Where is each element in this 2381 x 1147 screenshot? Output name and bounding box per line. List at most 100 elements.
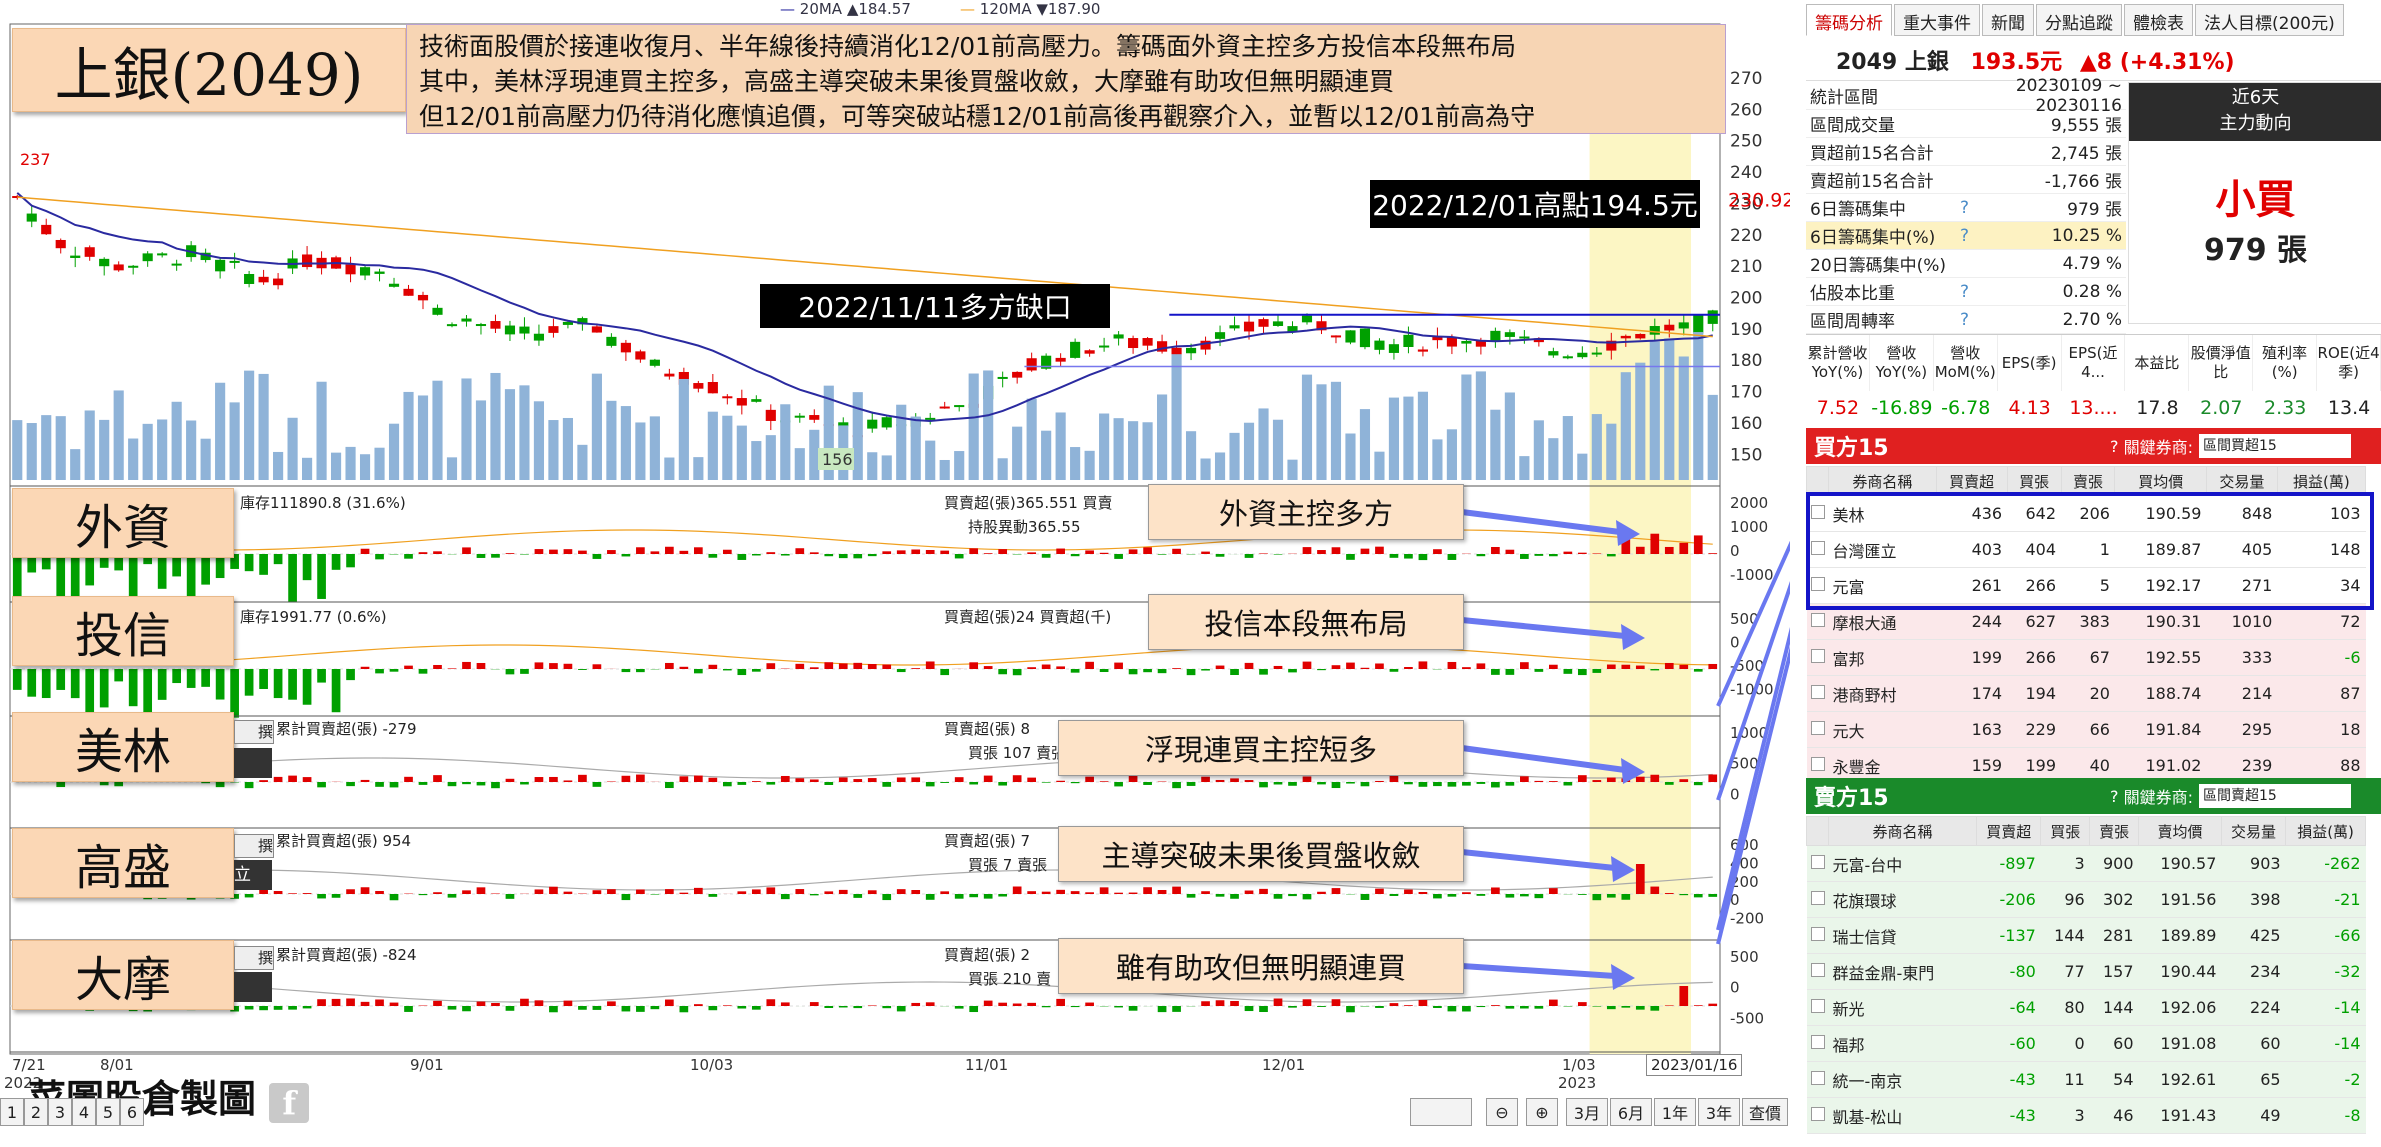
broker-row[interactable]: 元大 163 229 66 191.84 295 18: [1806, 711, 2366, 748]
footer-tab-6[interactable]: 6: [120, 1098, 144, 1126]
help-icon[interactable]: ?: [1960, 310, 2000, 330]
morgan-side-button[interactable]: 撰: [234, 946, 274, 970]
broker-cell: 港商野村: [1828, 675, 1937, 712]
netbuy-bar: [273, 776, 283, 782]
netbuy-bar: [1577, 775, 1587, 782]
broker-row[interactable]: 統一-南京 -43 11 54 192.61 65 -2: [1806, 1061, 2366, 1098]
netbuy-bar: [1592, 780, 1602, 782]
row-checkbox[interactable]: [1810, 757, 1825, 771]
broker-row[interactable]: 群益金鼎-東門 -80 77 157 190.44 234 -32: [1806, 953, 2366, 990]
chart-area[interactable]: 270 260 250 240 230 220 210 200 190 180 170 160 150 2…: [0, 0, 1790, 1147]
row-checkbox[interactable]: [1810, 685, 1825, 699]
sell-filter-select[interactable]: 區間賣超15: [2199, 784, 2351, 808]
tab-chip-analysis[interactable]: 籌碼分析: [1806, 4, 1892, 36]
help-icon[interactable]: ?: [2110, 437, 2119, 456]
range-3y-button[interactable]: 3年: [1698, 1098, 1740, 1126]
candle-body: [1012, 371, 1023, 378]
netbuy-bar: [1360, 667, 1370, 669]
year-label: 2023: [1558, 1074, 1596, 1092]
stat-value: -1,766 張: [2044, 172, 2122, 192]
help-icon[interactable]: ?: [1960, 198, 2000, 218]
broker-row[interactable]: 富邦 199 266 67 192.55 333 -6: [1806, 639, 2366, 676]
volume-bar: [316, 381, 327, 480]
goldman-side-button[interactable]: 撰: [234, 834, 274, 858]
tab-news[interactable]: 新聞: [1982, 4, 2034, 36]
help-icon[interactable]: ?: [1960, 282, 2000, 302]
zoom-in-icon[interactable]: ⊕: [1526, 1098, 1558, 1126]
column-header[interactable]: 買張: [2040, 816, 2091, 846]
tab-health-check[interactable]: 體檢表: [2124, 4, 2193, 36]
tab-branch-tracking[interactable]: 分點追蹤: [2036, 4, 2122, 36]
buy-filter-select[interactable]: 區間買超15: [2199, 434, 2351, 458]
range-6m-button[interactable]: 6月: [1610, 1098, 1652, 1126]
broker-row[interactable]: 港商野村 174 194 20 188.74 214 87: [1806, 675, 2366, 712]
column-header[interactable]: 券商名稱: [1827, 816, 1978, 846]
stat-row: 賣超前15名合計 -1,766 張: [1806, 166, 2126, 194]
row-checkbox[interactable]: [1810, 721, 1825, 735]
tab-target-price[interactable]: 法人目標(200元): [2195, 4, 2344, 36]
right-panel: 籌碼分析 重大事件 新聞 分點追蹤 體檢表 法人目標(200元) 2049 上銀…: [1806, 0, 2381, 1147]
date-input[interactable]: [1410, 1098, 1472, 1126]
column-header[interactable]: 損益(萬): [2285, 816, 2366, 846]
row-checkbox[interactable]: [1810, 1071, 1825, 1085]
stat-row: 6日籌碼集中? 979 張: [1806, 194, 2126, 222]
volume-bar: [1258, 408, 1269, 480]
netbuy-bar: [375, 669, 384, 674]
netbuy-bar: [404, 665, 413, 669]
netbuy-bar: [128, 669, 138, 707]
netbuy-bar: [1143, 887, 1152, 894]
volume-bar: [591, 373, 602, 480]
help-icon[interactable]: ?: [2110, 787, 2119, 806]
row-checkbox[interactable]: [1810, 855, 1825, 869]
netbuy-bar: [1331, 547, 1341, 554]
netbuy-bar: [1012, 775, 1022, 782]
row-checkbox[interactable]: [1810, 999, 1825, 1013]
column-header[interactable]: 賣均價: [2138, 816, 2222, 846]
footer-tab-2[interactable]: 2: [24, 1098, 48, 1126]
netbuy-bar: [1056, 548, 1065, 554]
netbuy-bar: [1679, 664, 1689, 669]
row-checkbox[interactable]: [1810, 891, 1825, 905]
broker-cell: 54: [2089, 1061, 2139, 1098]
broker-row[interactable]: 新光 -64 80 144 192.06 224 -14: [1806, 989, 2366, 1026]
trust-callout: 投信本段無布局: [1148, 594, 1464, 650]
row-checkbox[interactable]: [1810, 613, 1825, 627]
merrill-side-button[interactable]: 撰: [234, 720, 274, 744]
broker-row[interactable]: 凱基-松山 -43 3 46 191.43 49 -8: [1806, 1097, 2366, 1134]
help-icon[interactable]: ?: [1960, 226, 2000, 246]
quote-button[interactable]: 查價: [1742, 1098, 1788, 1126]
netbuy-bar: [1099, 781, 1109, 782]
row-checkbox[interactable]: [1810, 1035, 1825, 1049]
range-3m-button[interactable]: 3月: [1566, 1098, 1608, 1126]
column-header[interactable]: 買賣超: [1976, 816, 2042, 846]
footer-tab-3[interactable]: 3: [48, 1098, 72, 1126]
broker-cell: 192.55: [2114, 639, 2207, 676]
row-checkbox[interactable]: [1810, 963, 1825, 977]
footer-tab-5[interactable]: 5: [96, 1098, 120, 1126]
tab-major-events[interactable]: 重大事件: [1894, 4, 1980, 36]
broker-cell: 194: [2007, 675, 2062, 712]
broker-row[interactable]: 花旗環球 -206 96 302 191.56 398 -21: [1806, 881, 2366, 918]
footer-tab-4[interactable]: 4: [72, 1098, 96, 1126]
broker-row[interactable]: 元富-台中 -897 3 900 190.57 903 -262: [1806, 845, 2366, 882]
column-header[interactable]: 交易量: [2220, 816, 2287, 846]
column-header[interactable]: 賣張: [2089, 816, 2140, 846]
row-checkbox[interactable]: [1810, 649, 1825, 663]
broker-cell: 188.74: [2114, 675, 2207, 712]
netbuy-bar: [1462, 892, 1471, 894]
zoom-out-icon[interactable]: ⊖: [1486, 1098, 1518, 1126]
row-checkbox[interactable]: [1810, 927, 1825, 941]
netbuy-bar: [1418, 554, 1428, 561]
broker-row[interactable]: 瑞士信貸 -137 144 281 189.89 425 -66: [1806, 917, 2366, 954]
netbuy-bar: [578, 1006, 587, 1010]
candle-body: [606, 336, 617, 346]
row-checkbox[interactable]: [1810, 1107, 1825, 1121]
footer-tab-1[interactable]: 1: [0, 1098, 24, 1126]
netbuy-bar: [1215, 779, 1225, 782]
netbuy-bar: [1143, 547, 1152, 554]
netbuy-bar: [1577, 669, 1587, 676]
netbuy-bar: [1041, 891, 1051, 894]
volume-bar: [852, 392, 863, 480]
broker-row[interactable]: 福邦 -60 0 60 191.08 60 -14: [1806, 1025, 2366, 1062]
range-1y-button[interactable]: 1年: [1654, 1098, 1696, 1126]
